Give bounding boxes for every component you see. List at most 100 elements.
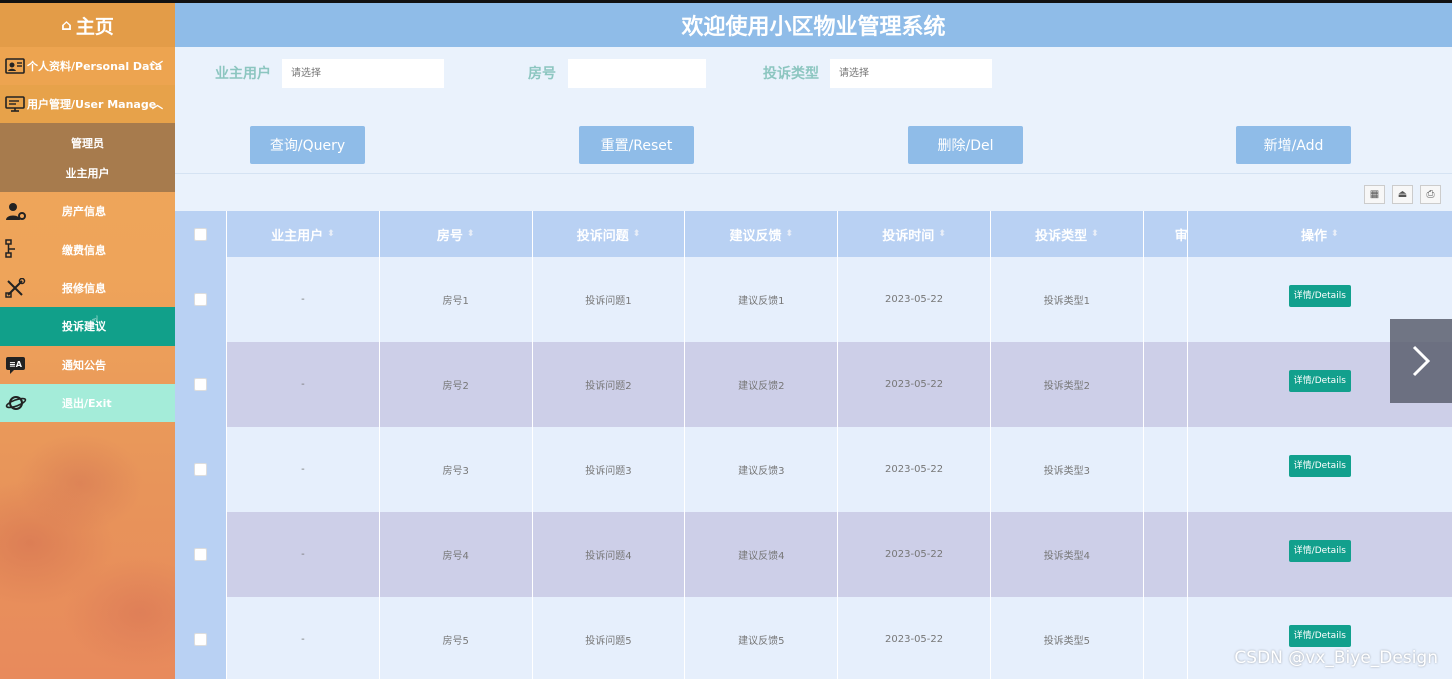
owner-user-select[interactable]: 请选择: [282, 59, 444, 88]
table-row: - 房号1 投诉问题1 建议反馈1 2023-05-22 投诉类型1 详情/Details: [175, 257, 1452, 342]
cell-owner: -: [227, 257, 380, 342]
sidebar-group-user-manage[interactable]: 用户管理/User Manage ︿: [0, 85, 175, 123]
column-header-review[interactable]: 审: [1144, 211, 1188, 257]
cell-actions: 详情/Details: [1188, 427, 1452, 512]
sidebar-item-repair-info[interactable]: 报修信息: [0, 269, 175, 307]
cell-time: 2023-05-22: [838, 427, 991, 512]
details-button[interactable]: 详情/Details: [1288, 284, 1351, 307]
query-button[interactable]: 查询/Query: [250, 126, 365, 164]
sort-icon[interactable]: ⬍: [633, 229, 641, 239]
column-header-type[interactable]: 投诉类型 ⬍: [991, 211, 1144, 257]
reset-button[interactable]: 重置/Reset: [579, 126, 694, 164]
chevron-right-icon: [1412, 345, 1431, 377]
sort-icon[interactable]: ⬍: [327, 229, 335, 239]
next-arrow-button[interactable]: [1390, 319, 1452, 403]
column-header-owner[interactable]: 业主用户 ⬍: [227, 211, 380, 257]
sidebar-item-label: 通知公告: [62, 358, 106, 372]
sort-icon[interactable]: ⬍: [1331, 229, 1339, 239]
sidebar-item-complaint-suggestion[interactable]: 投诉建议: [0, 307, 175, 346]
export-icon[interactable]: ⏏: [1392, 185, 1413, 204]
sort-icon[interactable]: ⬍: [786, 229, 794, 239]
row-checkbox[interactable]: [194, 293, 207, 306]
add-button[interactable]: 新增/Add: [1236, 126, 1351, 164]
sidebar-item-property-info[interactable]: 房产信息: [0, 192, 175, 230]
details-button[interactable]: 详情/Details: [1288, 539, 1351, 562]
row-checkbox[interactable]: [194, 463, 207, 476]
table-row: - 房号3 投诉问题3 建议反馈3 2023-05-22 投诉类型3 详情/Details: [175, 427, 1452, 512]
sort-icon[interactable]: ⬍: [1091, 229, 1099, 239]
details-button[interactable]: 详情/Details: [1288, 624, 1351, 647]
column-header-issue[interactable]: 投诉问题 ⬍: [533, 211, 686, 257]
row-select-cell: [175, 342, 227, 427]
columns-icon[interactable]: ▦: [1364, 185, 1385, 204]
sort-icon[interactable]: ⬍: [938, 229, 946, 239]
cell-room: 房号3: [380, 427, 533, 512]
sidebar-item-label: 投诉建议: [62, 320, 106, 334]
translate-icon: ≡A: [6, 356, 25, 374]
cell-feedback: 建议反馈3: [685, 427, 839, 512]
room-number-input[interactable]: [568, 59, 706, 88]
table-toolbar: ▦ ⏏ ⎙: [1364, 185, 1441, 204]
row-checkbox[interactable]: [194, 633, 207, 646]
delete-button[interactable]: 删除/Del: [908, 126, 1023, 164]
sidebar-group-personal-data[interactable]: 个人资料/Personal Data ﹀: [0, 47, 175, 85]
sidebar-subitem-admin[interactable]: 管理员: [0, 129, 175, 159]
sidebar: ⌂ 主页 个人资料/Personal Data ﹀ 用户管理/User Mana…: [0, 3, 175, 679]
chevron-up-icon: ︿: [152, 98, 163, 111]
flowchart-icon: [5, 239, 15, 259]
select-all-checkbox[interactable]: [194, 227, 207, 241]
column-header-label: 操作: [1301, 228, 1328, 244]
row-checkbox[interactable]: [194, 378, 207, 391]
main-content: 欢迎使用小区物业管理系统 业主用户 请选择 房号 投诉类型 请选择 查询/Que…: [175, 3, 1452, 679]
svg-text:≡A: ≡A: [9, 360, 23, 369]
sidebar-item-notice[interactable]: ≡A 通知公告: [0, 346, 175, 384]
cell-issue: 投诉问题4: [533, 512, 686, 597]
complaint-type-select[interactable]: 请选择: [830, 59, 992, 88]
select-all-cell: [175, 211, 227, 257]
sidebar-subitem-owner-user[interactable]: 业主用户: [0, 159, 175, 189]
sidebar-item-payment-info[interactable]: 缴费信息: [0, 230, 175, 268]
cell-time: 2023-05-22: [838, 342, 991, 427]
details-button[interactable]: 详情/Details: [1288, 369, 1351, 392]
cell-review: [1144, 342, 1188, 427]
column-header-time[interactable]: 投诉时间 ⬍: [838, 211, 991, 257]
cell-issue: 投诉问题3: [533, 427, 686, 512]
chevron-down-icon: ﹀: [152, 60, 163, 73]
row-checkbox[interactable]: [194, 548, 207, 561]
column-header-label: 建议反馈: [729, 228, 782, 244]
cell-issue: 投诉问题5: [533, 597, 686, 679]
room-number-label: 房号: [528, 66, 556, 82]
table-row: - 房号2 投诉问题2 建议反馈2 2023-05-22 投诉类型2 详情/Details: [175, 342, 1452, 427]
cell-feedback: 建议反馈1: [685, 257, 839, 342]
cell-owner: -: [227, 342, 380, 427]
id-card-icon: [5, 58, 25, 74]
cell-feedback: 建议反馈4: [685, 512, 839, 597]
sidebar-item-label: 退出/Exit: [62, 397, 112, 411]
filter-bar: 业主用户 请选择 房号 投诉类型 请选择: [175, 59, 1452, 89]
cell-feedback: 建议反馈2: [685, 342, 839, 427]
row-select-cell: [175, 597, 227, 679]
monitor-user-icon: [5, 96, 25, 112]
print-icon[interactable]: ⎙: [1420, 185, 1441, 204]
cell-review: [1144, 427, 1188, 512]
sidebar-item-label: 报修信息: [62, 281, 106, 295]
column-header-feedback[interactable]: 建议反馈 ⬍: [685, 211, 839, 257]
table-row: - 房号4 投诉问题4 建议反馈4 2023-05-22 投诉类型4 详情/Details: [175, 512, 1452, 597]
cell-review: [1144, 257, 1188, 342]
column-header-label: 房号: [436, 228, 463, 244]
sidebar-item-exit[interactable]: 退出/Exit: [0, 383, 175, 423]
cell-type: 投诉类型3: [991, 427, 1144, 512]
user-manage-submenu: 管理员 业主用户: [0, 123, 175, 192]
row-select-cell: [175, 512, 227, 597]
sidebar-home[interactable]: ⌂ 主页: [0, 3, 175, 47]
planet-icon: [5, 395, 27, 410]
sort-icon[interactable]: ⬍: [467, 229, 475, 239]
cell-time: 2023-05-22: [838, 597, 991, 679]
cell-owner: -: [227, 597, 380, 679]
column-header-room[interactable]: 房号 ⬍: [380, 211, 533, 257]
user-gear-icon: [6, 203, 26, 220]
sidebar-group-label: 个人资料/Personal Data: [27, 60, 163, 73]
details-button[interactable]: 详情/Details: [1288, 454, 1351, 477]
watermark: CSDN @vx_Biye_Design: [1234, 648, 1438, 668]
cell-room: 房号5: [380, 597, 533, 679]
